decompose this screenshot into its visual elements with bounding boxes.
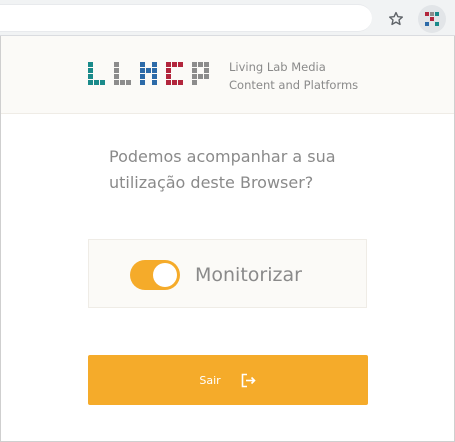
monitor-toggle-label: Monitorizar: [195, 264, 302, 286]
logo-cell: [140, 68, 145, 73]
logo-cell: [172, 80, 177, 85]
logo-cell: [152, 74, 157, 79]
star-icon: [389, 11, 403, 26]
lab-extension-icon: [425, 12, 439, 26]
exit-button[interactable]: Sair: [88, 355, 368, 405]
toggle-knob: [153, 263, 177, 287]
logo-cell: [88, 68, 93, 73]
tagline: Living Lab Media Content and Platforms: [229, 58, 429, 94]
extension-popup: Living Lab Media Content and Platforms P…: [0, 36, 455, 442]
tagline-line-1: Living Lab Media: [229, 60, 326, 74]
monitor-toggle-panel: Monitorizar: [88, 239, 367, 308]
logo-cell: [114, 62, 119, 67]
logo-cell: [140, 80, 145, 85]
question-line-1: Podemos acompanhar a sua: [109, 147, 336, 166]
logo-cell: [152, 62, 157, 67]
logo-cell: [94, 80, 99, 85]
exit-button-label: Sair: [199, 373, 221, 387]
logo-cell: [152, 68, 157, 73]
logo-cell: [204, 74, 209, 79]
logo-cell: [198, 74, 203, 79]
logo-cell: [166, 62, 171, 67]
question-line-2: utilização deste Browser?: [109, 173, 314, 192]
logo-cell: [88, 62, 93, 67]
logo-cell: [114, 68, 119, 73]
logo-cell: [146, 68, 151, 73]
logo-cell: [152, 80, 157, 85]
bookmark-star-button[interactable]: [384, 7, 408, 31]
logo-cell: [172, 62, 177, 67]
logo-cell: [192, 80, 197, 85]
logo-cell: [178, 62, 183, 67]
logo-cell: [198, 62, 203, 67]
logo-cell: [100, 80, 105, 85]
logo-cell: [166, 68, 171, 73]
monitor-toggle-switch[interactable]: [130, 260, 180, 290]
logo-cell: [126, 80, 131, 85]
logo-cell: [166, 80, 171, 85]
logo-cell: [166, 74, 171, 79]
browser-toolbar: [0, 0, 455, 36]
logo-cell: [178, 80, 183, 85]
popup-header: Living Lab Media Content and Platforms: [1, 36, 454, 114]
monitoring-question: Podemos acompanhar a sua utilização dest…: [109, 144, 409, 196]
logo-cell: [114, 74, 119, 79]
logo-cell: [88, 74, 93, 79]
extension-button[interactable]: [418, 5, 446, 33]
logo-cell: [192, 74, 197, 79]
logo-cell: [192, 62, 197, 67]
logo-cell: [114, 80, 119, 85]
tagline-line-2: Content and Platforms: [229, 78, 359, 92]
logo-cell: [88, 80, 93, 85]
logo-cell: [140, 62, 145, 67]
logo-cell: [140, 74, 145, 79]
logout-icon: [241, 373, 257, 388]
logo-cell: [204, 68, 209, 73]
logo-cell: [120, 80, 125, 85]
address-bar[interactable]: [0, 4, 372, 32]
logo-cell: [192, 68, 197, 73]
logo-cell: [204, 62, 209, 67]
llmcp-logo: [88, 62, 209, 85]
